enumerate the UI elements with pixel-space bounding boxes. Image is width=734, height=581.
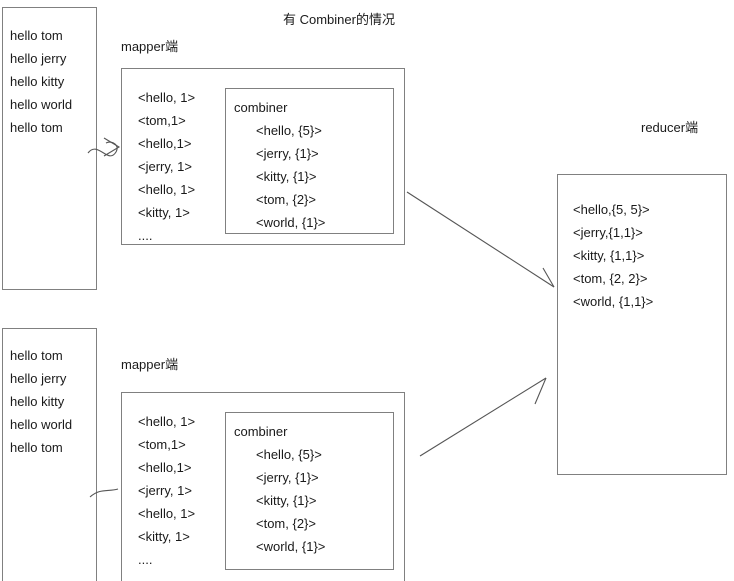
kv-pair: <hello, 1>	[138, 90, 196, 105]
kv-pair: <kitty, {1,1}>	[573, 248, 645, 263]
input-line: hello jerry	[10, 51, 67, 66]
kv-pair: <tom,1>	[138, 437, 186, 452]
arrow-mapper-top-to-reducer	[406, 191, 555, 288]
input-lines-top: hello tom hello jerry hello kitty hello …	[10, 24, 72, 139]
input-line: hello kitty	[10, 394, 65, 409]
reducer-label: reducer端	[641, 120, 699, 135]
kv-pair: <jerry, {1}>	[256, 470, 319, 485]
diagram-canvas: 有 Combiner的情况 hello tom hello jerry hell…	[0, 0, 734, 581]
kv-pair: <hello, 1>	[138, 182, 196, 197]
kv-pair: <tom,1>	[138, 113, 186, 128]
ellipsis: ....	[138, 552, 153, 567]
combiner-pairs-top: combiner <hello, {5}> <jerry, {1}> <kitt…	[234, 96, 325, 234]
kv-pair: <hello,{5, 5}>	[573, 202, 650, 217]
input-line: hello kitty	[10, 74, 65, 89]
kv-pair: <jerry, 1>	[138, 159, 192, 174]
input-line: hello jerry	[10, 371, 67, 386]
diagram-title: 有 Combiner的情况	[283, 12, 395, 27]
combiner-heading: combiner	[234, 424, 288, 439]
kv-pair: <kitty, 1>	[138, 205, 190, 220]
kv-pair: <kitty, {1}>	[256, 493, 317, 508]
kv-pair: <jerry, {1}>	[256, 146, 319, 161]
combiner-pairs-bottom: combiner <hello, {5}> <jerry, {1}> <kitt…	[234, 420, 325, 558]
input-line: hello tom	[10, 120, 63, 135]
mapper-label-bottom: mapper端	[121, 357, 179, 372]
kv-pair: <jerry, 1>	[138, 483, 192, 498]
kv-pair: <hello,1>	[138, 136, 192, 151]
kv-pair: <tom, {2, 2}>	[573, 271, 648, 286]
kv-pair: <world, {1}>	[256, 215, 326, 230]
input-line: hello tom	[10, 440, 63, 455]
input-line: hello tom	[10, 348, 63, 363]
arrow-mapper-bottom-to-reducer	[419, 377, 547, 457]
kv-pair: <jerry,{1,1}>	[573, 225, 643, 240]
input-line: hello world	[10, 97, 73, 112]
reducer-pairs: <hello,{5, 5}> <jerry,{1,1}> <kitty, {1,…	[573, 198, 653, 313]
mapper-label-top: mapper端	[121, 39, 179, 54]
kv-pair: <tom, {2}>	[256, 516, 316, 531]
kv-pair: <hello, {5}>	[256, 447, 322, 462]
kv-pair: <hello, 1>	[138, 506, 196, 521]
mapper-pairs-bottom: <hello, 1> <tom,1> <hello,1> <jerry, 1> …	[138, 410, 195, 571]
kv-pair: <world, {1}>	[256, 539, 326, 554]
ellipsis: ....	[138, 228, 153, 243]
input-lines-bottom: hello tom hello jerry hello kitty hello …	[10, 344, 72, 459]
kv-pair: <hello,1>	[138, 460, 192, 475]
input-line: hello world	[10, 417, 73, 432]
kv-pair: <tom, {2}>	[256, 192, 316, 207]
mapper-pairs-top: <hello, 1> <tom,1> <hello,1> <jerry, 1> …	[138, 86, 195, 247]
combiner-heading: combiner	[234, 100, 288, 115]
kv-pair: <hello, {5}>	[256, 123, 322, 138]
input-line: hello tom	[10, 28, 63, 43]
kv-pair: <world, {1,1}>	[573, 294, 654, 309]
kv-pair: <hello, 1>	[138, 414, 196, 429]
kv-pair: <kitty, {1}>	[256, 169, 317, 184]
kv-pair: <kitty, 1>	[138, 529, 190, 544]
